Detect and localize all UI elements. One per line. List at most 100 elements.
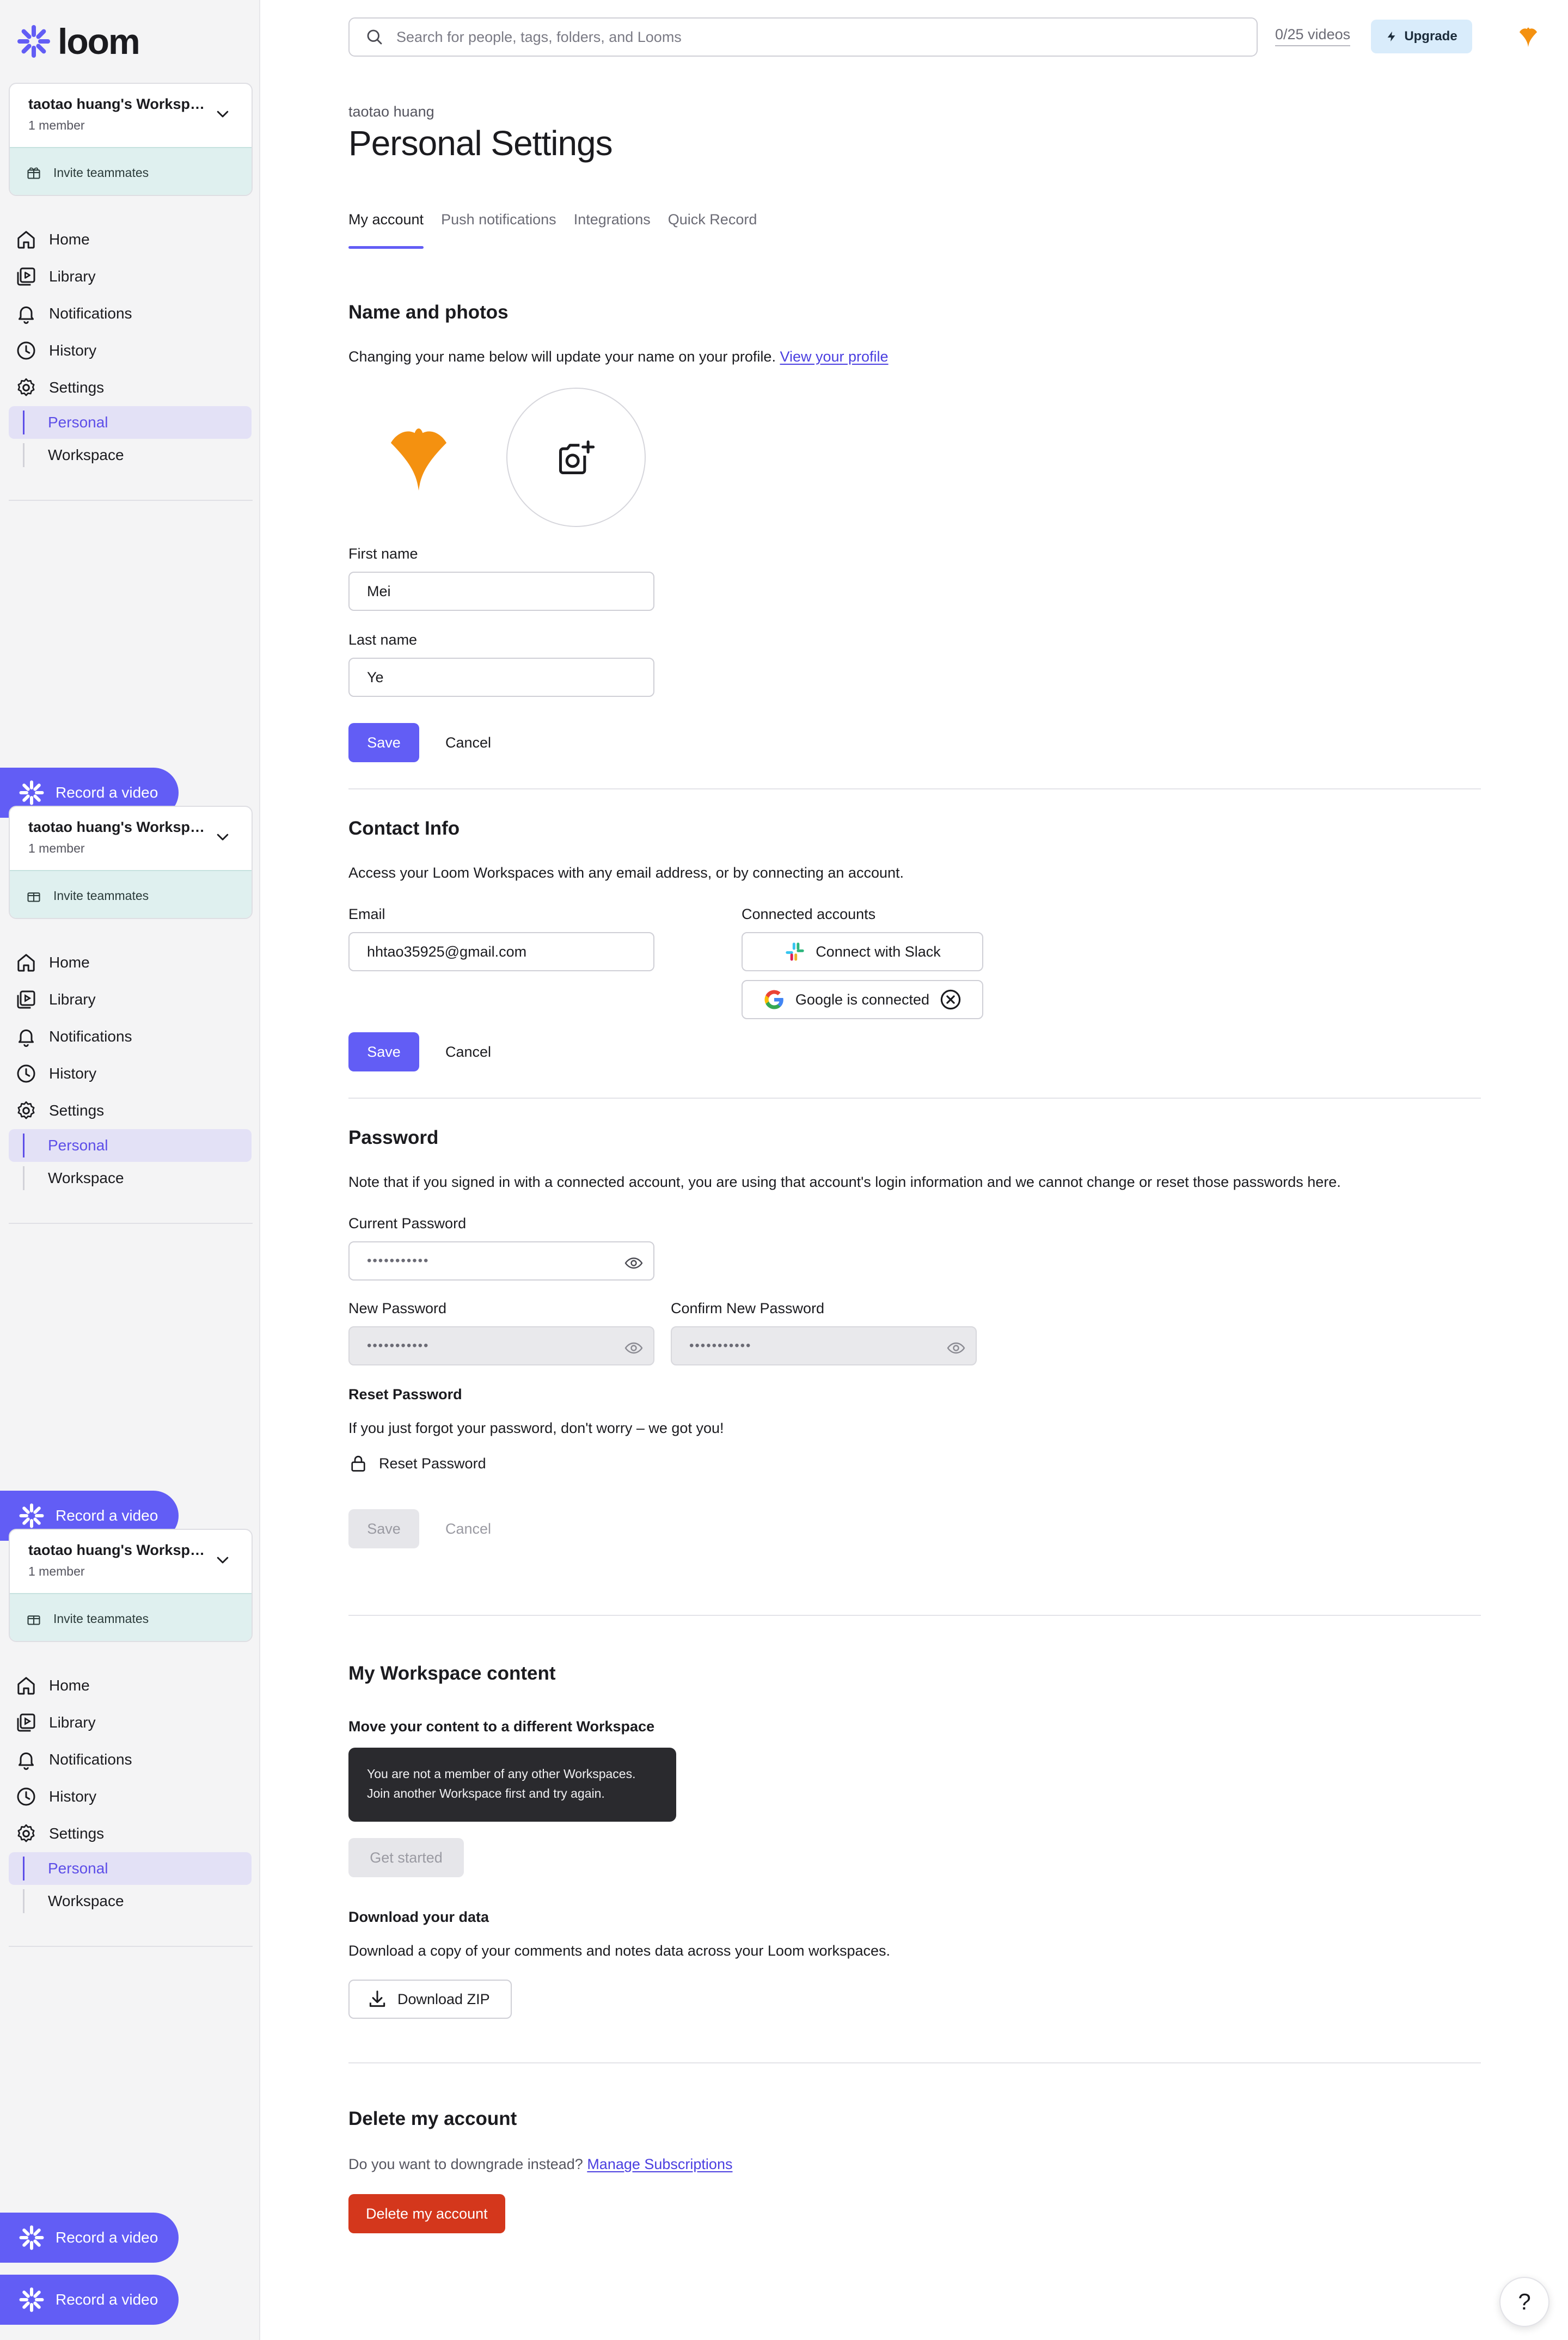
loom-logo[interactable]: loom [16, 21, 140, 62]
invite-teammates-button[interactable]: Invite teammates [10, 147, 252, 195]
cancel-contact-button[interactable]: Cancel [445, 1032, 491, 1071]
home-icon [17, 954, 35, 972]
upgrade-button[interactable]: Upgrade [1371, 20, 1472, 53]
section-title-name-photos: Name and photos [348, 302, 509, 323]
logo-wordmark: loom [58, 21, 140, 62]
sidebar-item-personal[interactable]: Personal [9, 406, 252, 439]
sub-label: Workspace [48, 1169, 124, 1186]
workspace-switcher[interactable]: taotao huang's Workspace 1 member Invite… [9, 83, 253, 196]
video-count[interactable]: 0/25 videos [1275, 26, 1351, 46]
nav-settings[interactable]: Settings [0, 369, 260, 406]
connected-accounts-label: Connected accounts [742, 906, 876, 922]
home-icon [17, 231, 35, 249]
manage-subscriptions-link[interactable]: Manage Subscriptions [587, 2156, 732, 2172]
confirm-password-field[interactable]: ••••••••••• [671, 1326, 977, 1365]
tab-quick-record[interactable]: Quick Record [668, 211, 757, 249]
first-name-field[interactable]: Mei [348, 572, 654, 611]
record-video-button[interactable]: Record a video [0, 2275, 179, 2325]
move-content-heading: Move your content to a different Workspa… [348, 1718, 655, 1735]
invite-teammates-button[interactable]: Invite teammates [10, 870, 252, 918]
get-started-button[interactable]: Get started [348, 1838, 464, 1877]
nav-history[interactable]: History [0, 1778, 260, 1815]
nav-settings[interactable]: Settings [0, 1815, 260, 1852]
user-avatar-icon[interactable] [1516, 24, 1541, 49]
current-password-field[interactable]: ••••••••••• [348, 1241, 654, 1281]
save-contact-button[interactable]: Save [348, 1032, 419, 1071]
help-button[interactable]: ? [1499, 2277, 1549, 2327]
name-description: Changing your name below will update you… [348, 348, 889, 365]
downgrade-text: Do you want to downgrade instead? Manage… [348, 2156, 732, 2173]
upgrade-label: Upgrade [1404, 29, 1457, 44]
workspace-switcher[interactable]: taotao huang's Workspace 1 member Invite… [9, 1529, 253, 1642]
section-title-password: Password [348, 1127, 439, 1148]
lock-icon [351, 1455, 365, 1472]
sidebar-item-personal[interactable]: Personal [9, 1129, 252, 1162]
nav-home[interactable]: Home [0, 944, 260, 981]
cancel-name-button[interactable]: Cancel [445, 723, 491, 762]
record-label: Record a video [56, 2229, 158, 2246]
save-name-button[interactable]: Save [348, 723, 419, 762]
upload-photo-button[interactable] [506, 388, 646, 527]
search-icon [367, 29, 382, 45]
search-bar[interactable] [348, 17, 1258, 57]
nav-library[interactable]: Library [0, 1704, 260, 1741]
nav-library[interactable]: Library [0, 258, 260, 295]
tab-push-notifications[interactable]: Push notifications [441, 211, 556, 249]
tooltip-line-1: You are not a member of any other Worksp… [367, 1767, 636, 1781]
chevron-down-icon [217, 1557, 229, 1564]
cancel-password-button[interactable]: Cancel [445, 1509, 491, 1548]
section-divider [348, 2062, 1481, 2063]
eye-icon[interactable] [624, 1253, 644, 1273]
nav-notifications[interactable]: Notifications [0, 1741, 260, 1778]
eye-icon[interactable] [946, 1338, 966, 1358]
new-password-field[interactable]: ••••••••••• [348, 1326, 654, 1365]
invite-label: Invite teammates [53, 888, 149, 903]
sidebar-item-workspace[interactable]: Workspace [9, 1162, 252, 1194]
invite-teammates-button[interactable]: Invite teammates [10, 1593, 252, 1641]
view-profile-link[interactable]: View your profile [780, 348, 888, 365]
nav-home[interactable]: Home [0, 221, 260, 258]
bell-icon [19, 306, 34, 324]
nav-label: Home [49, 231, 90, 248]
nav-history[interactable]: History [0, 1055, 260, 1092]
clock-icon [17, 341, 35, 360]
section-divider [348, 1615, 1481, 1616]
workspace-switcher[interactable]: taotao huang's Workspace 1 member Invite… [9, 806, 253, 919]
sidebar-item-workspace[interactable]: Workspace [9, 1885, 252, 1918]
chevron-down-icon [217, 834, 229, 841]
search-input[interactable] [396, 28, 1213, 46]
nav-library[interactable]: Library [0, 981, 260, 1018]
nav-notifications[interactable]: Notifications [0, 295, 260, 332]
last-name-field[interactable]: Ye [348, 658, 654, 697]
library-icon [17, 267, 35, 286]
section-divider [348, 788, 1481, 789]
sidebar-item-personal[interactable]: Personal [9, 1852, 252, 1885]
profile-avatar-icon[interactable] [376, 417, 462, 497]
reset-password-link[interactable]: Reset Password [348, 1454, 486, 1473]
section-title-delete: Delete my account [348, 2108, 517, 2129]
download-zip-button[interactable]: Download ZIP [348, 1980, 512, 2019]
google-connected-button[interactable]: Google is connected [742, 980, 983, 1019]
current-password-value: ••••••••••• [367, 1253, 430, 1268]
close-circle-icon[interactable] [939, 988, 962, 1011]
nav-home[interactable]: Home [0, 1667, 260, 1704]
sub-label: Workspace [48, 1892, 124, 1909]
nav-label: Settings [49, 379, 105, 396]
nav-divider [9, 1946, 253, 1947]
record-video-button[interactable]: Record a video [0, 2213, 179, 2263]
eye-icon[interactable] [624, 1338, 644, 1358]
nav-settings[interactable]: Settings [0, 1092, 260, 1129]
tab-integrations[interactable]: Integrations [574, 211, 651, 249]
library-icon [17, 1713, 35, 1732]
email-field[interactable]: hhtao35925@gmail.com [348, 932, 654, 971]
sidebar-item-workspace[interactable]: Workspace [9, 439, 252, 471]
nav-label: History [49, 1788, 97, 1805]
tooltip-line-2: Join another Workspace first and try aga… [367, 1786, 605, 1800]
save-password-button[interactable]: Save [348, 1509, 419, 1548]
tab-my-account[interactable]: My account [348, 211, 424, 249]
delete-account-button[interactable]: Delete my account [348, 2194, 505, 2233]
connect-slack-button[interactable]: Connect with Slack [742, 932, 983, 971]
nav-history[interactable]: History [0, 332, 260, 369]
nav-notifications[interactable]: Notifications [0, 1018, 260, 1055]
gear-icon [17, 1824, 35, 1842]
